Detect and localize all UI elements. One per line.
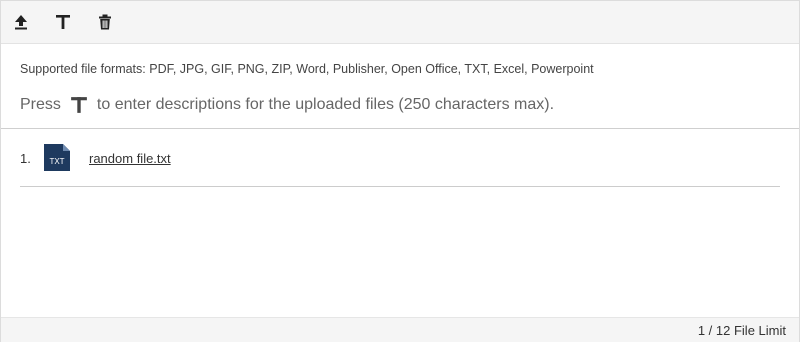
upload-button[interactable] xyxy=(11,12,31,32)
footer: 1 / 12 File Limit xyxy=(1,317,799,342)
file-limit-counter: 1 / 12 File Limit xyxy=(697,323,786,338)
file-name-link[interactable]: random file.txt xyxy=(89,151,171,166)
file-index: 1. xyxy=(20,151,31,166)
file-list-item: 1. TXT random file.txt xyxy=(20,141,780,187)
supported-formats-text: Supported file formats: PDF, JPG, GIF, P… xyxy=(20,62,594,76)
text-description-icon xyxy=(56,15,70,29)
press-suffix: to enter descriptions for the uploaded f… xyxy=(96,96,555,113)
upload-icon xyxy=(15,15,27,30)
description-instructions: Press to enter descriptions for the uplo… xyxy=(20,96,554,114)
press-prefix: Press xyxy=(20,96,61,113)
add-description-button[interactable] xyxy=(53,12,73,32)
trash-icon xyxy=(99,14,111,30)
divider xyxy=(1,128,799,129)
file-upload-panel: Supported file formats: PDF, JPG, GIF, P… xyxy=(0,0,800,342)
text-description-icon xyxy=(61,96,97,114)
txt-file-icon: TXT xyxy=(44,144,70,171)
toolbar xyxy=(1,1,799,44)
file-type-label: TXT xyxy=(49,157,64,166)
delete-button[interactable] xyxy=(95,12,115,32)
